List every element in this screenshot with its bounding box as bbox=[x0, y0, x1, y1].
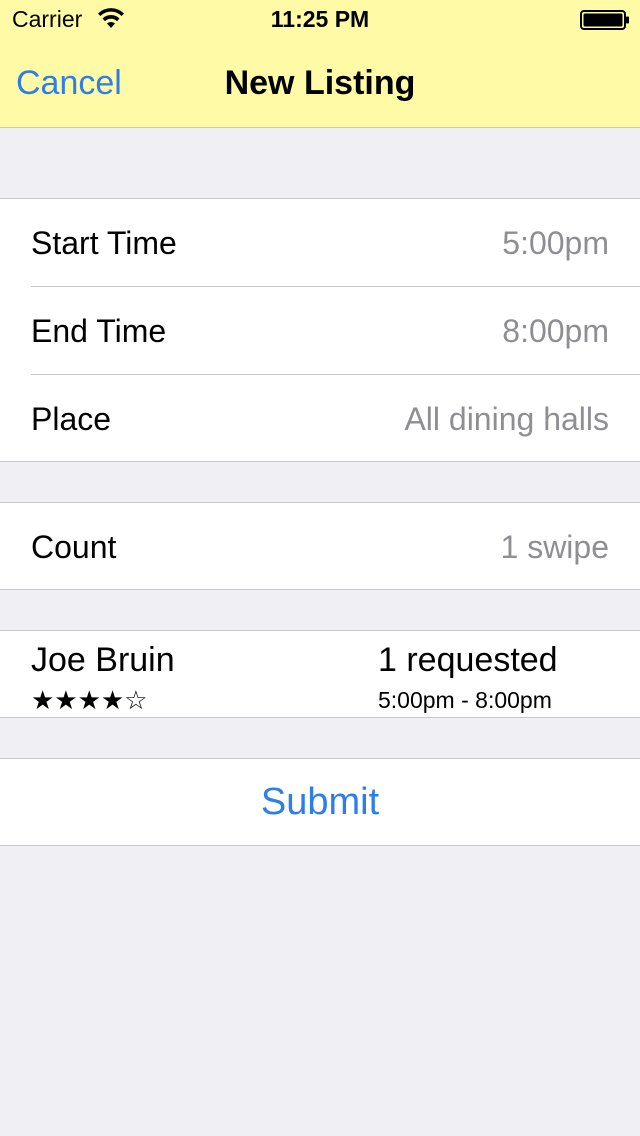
submit-button[interactable]: Submit bbox=[0, 759, 640, 845]
count-row[interactable]: Count 1 swipe bbox=[0, 503, 640, 591]
requester-name: Joe Bruin bbox=[31, 641, 175, 679]
battery-icon bbox=[580, 10, 629, 30]
place-label: Place bbox=[31, 400, 112, 437]
count-group: Count 1 swipe bbox=[0, 502, 640, 590]
request-times: 5:00pm - 8:00pm bbox=[378, 687, 552, 713]
request-group: Joe Bruin ★★★★☆ 1 requested 5:00pm - 8:0… bbox=[0, 630, 640, 718]
end-time-label: End Time bbox=[31, 312, 167, 349]
submit-group: Submit bbox=[0, 758, 640, 846]
listing-details-group: Start Time 5:00pm End Time 8:00pm Place … bbox=[0, 198, 640, 462]
request-row[interactable]: Joe Bruin ★★★★☆ 1 requested 5:00pm - 8:0… bbox=[0, 631, 640, 717]
end-time-value: 8:00pm bbox=[502, 312, 609, 349]
count-label: Count bbox=[31, 528, 117, 565]
screen: Carrier 11:25 PM Cancel New Listing Star… bbox=[0, 0, 640, 1136]
place-value: All dining halls bbox=[404, 400, 609, 437]
navigation-bar: Carrier 11:25 PM Cancel New Listing bbox=[0, 0, 640, 128]
end-time-row[interactable]: End Time 8:00pm bbox=[0, 287, 640, 375]
count-value: 1 swipe bbox=[500, 528, 610, 565]
request-count: 1 requested bbox=[378, 641, 558, 679]
status-time: 11:25 PM bbox=[270, 6, 370, 32]
rating-stars: ★★★★☆ bbox=[31, 685, 148, 715]
start-time-label: Start Time bbox=[31, 224, 177, 261]
page-title: New Listing bbox=[224, 64, 416, 102]
start-time-row[interactable]: Start Time 5:00pm bbox=[0, 199, 640, 287]
place-row[interactable]: Place All dining halls bbox=[0, 375, 640, 463]
start-time-value: 5:00pm bbox=[502, 224, 609, 261]
